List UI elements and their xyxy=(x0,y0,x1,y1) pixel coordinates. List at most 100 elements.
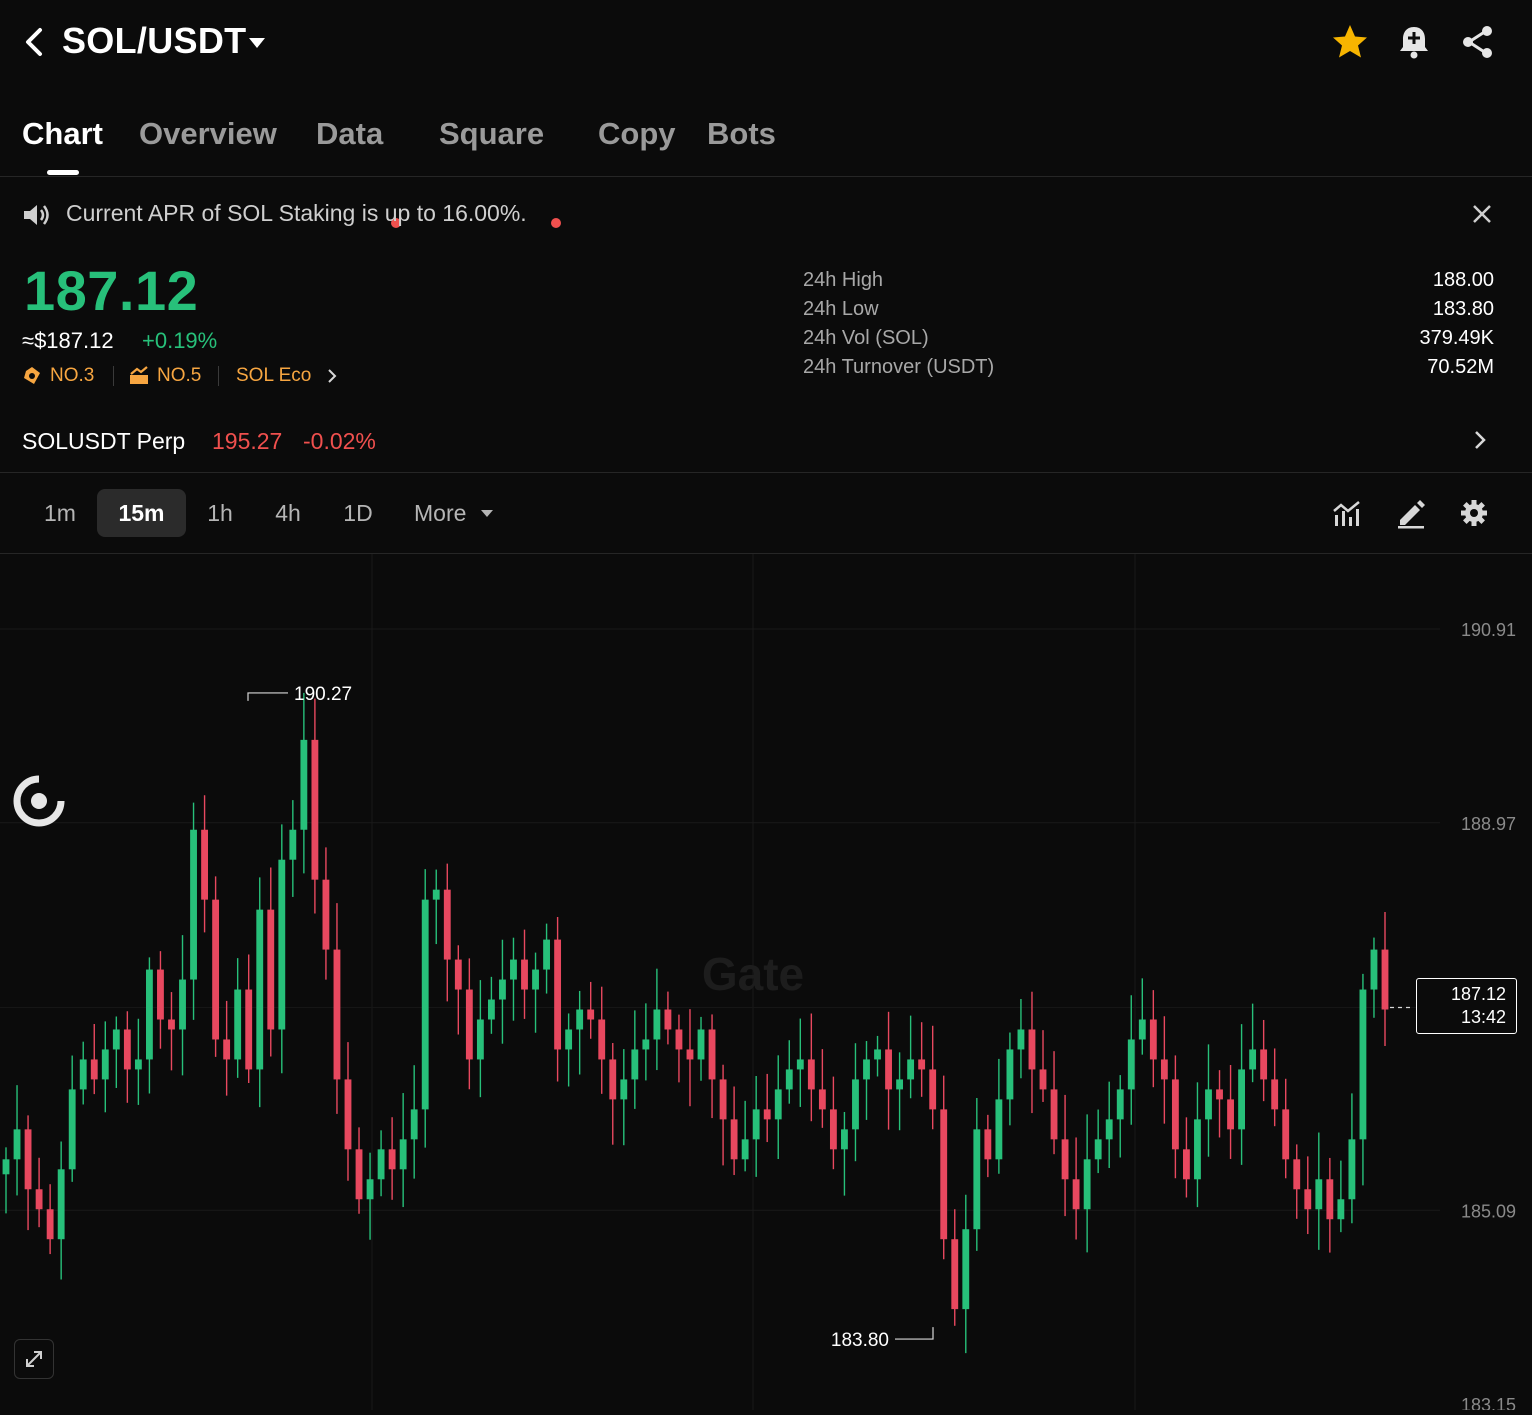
interval-toolbar: 1m 15m 1h 4h 1D More xyxy=(0,473,1532,554)
candle-body xyxy=(598,1019,606,1060)
candle-body xyxy=(465,989,473,1060)
candle-body xyxy=(576,1009,584,1030)
candle-body xyxy=(1348,1139,1356,1200)
rank-badge-rise[interactable]: NO.5 xyxy=(157,365,201,387)
candle-body xyxy=(499,979,506,1000)
star-icon[interactable] xyxy=(1330,22,1370,62)
last-price-label: 187.12 13:42 xyxy=(1416,978,1517,1034)
candle-body xyxy=(741,1139,749,1160)
candle-body xyxy=(1205,1089,1212,1120)
candle-body xyxy=(807,1059,815,1090)
perp-link-row[interactable]: SOLUSDT Perp 195.27 -0.02% xyxy=(0,410,1532,473)
eco-tag[interactable]: SOL Eco xyxy=(236,365,311,387)
announcement-bar[interactable]: Current APR of SOL Staking is up to 16.0… xyxy=(0,190,1532,240)
candle-body xyxy=(1370,949,1378,990)
tab-overview[interactable]: Overview xyxy=(139,116,277,152)
candle-body xyxy=(1282,1109,1290,1160)
candle-body xyxy=(190,829,197,980)
tab-copy[interactable]: Copy xyxy=(598,116,676,152)
candle-body xyxy=(675,1029,683,1050)
interval-more[interactable]: More xyxy=(406,489,482,537)
candle-body xyxy=(1249,1049,1257,1070)
interval-1d[interactable]: 1D xyxy=(328,489,388,537)
candle-body xyxy=(609,1059,617,1100)
back-icon[interactable] xyxy=(18,22,52,62)
speaker-icon xyxy=(24,205,49,225)
tab-chart[interactable]: Chart xyxy=(22,116,103,152)
caret-down-icon[interactable] xyxy=(480,509,494,519)
fullscreen-button[interactable] xyxy=(14,1339,54,1379)
interval-15m[interactable]: 15m xyxy=(97,489,186,537)
candle-body xyxy=(454,959,462,990)
candle-body xyxy=(863,1059,870,1080)
candle-body xyxy=(929,1069,937,1110)
candle-body xyxy=(521,959,528,990)
caret-down-icon[interactable] xyxy=(248,36,266,50)
tab-square[interactable]: Square xyxy=(439,116,544,152)
candle-body xyxy=(1359,989,1367,1140)
draw-pencil-icon[interactable] xyxy=(1396,499,1426,529)
candle-body xyxy=(896,1079,904,1090)
candle-body xyxy=(168,1019,175,1030)
candle-body xyxy=(642,1039,650,1050)
rank-badge-hot[interactable]: NO.3 xyxy=(50,365,94,387)
candle-body xyxy=(212,899,220,1040)
candle-body xyxy=(476,1019,484,1060)
low-marker-label: 183.80 xyxy=(831,1330,889,1351)
candle-body xyxy=(278,859,286,1030)
candle-body xyxy=(841,1129,848,1150)
candle-body xyxy=(587,1009,595,1020)
divider xyxy=(113,366,114,386)
candle-body xyxy=(1017,1029,1025,1050)
settings-gear-icon[interactable] xyxy=(1459,498,1489,528)
candle-body xyxy=(24,1129,32,1190)
candle-body xyxy=(752,1109,760,1140)
candlestick-chart-svg[interactable]: Gate 190.91 188.97 185.09 183.15 190.27 183.… xyxy=(0,554,1532,1415)
candle-body xyxy=(234,989,242,1060)
candle-body xyxy=(1006,1049,1014,1100)
candle-body xyxy=(1304,1189,1312,1210)
share-icon[interactable] xyxy=(1458,22,1498,62)
refresh-icon[interactable] xyxy=(12,774,66,828)
candle-body xyxy=(1127,1039,1135,1090)
y-axis-tick-label: 188.97 xyxy=(1461,814,1516,834)
tab-bots[interactable]: Bots xyxy=(707,116,776,152)
candle-body xyxy=(708,1029,716,1080)
hot-tag-icon xyxy=(24,367,40,384)
candle-body xyxy=(818,1089,826,1110)
close-icon[interactable] xyxy=(1472,204,1492,224)
interval-1h[interactable]: 1h xyxy=(192,489,248,537)
stat-label-volume: 24h Vol (SOL) xyxy=(803,327,929,349)
bell-plus-icon[interactable] xyxy=(1394,22,1434,62)
candle-body xyxy=(554,939,562,1050)
candle-body xyxy=(57,1169,65,1240)
candle-body xyxy=(1116,1089,1124,1120)
last-price: 187.12 xyxy=(24,259,199,322)
candlestick-chart[interactable]: Gate 190.91 188.97 185.09 183.15 190.27 183.… xyxy=(0,554,1532,1415)
pair-title[interactable]: SOL/USDT xyxy=(62,20,246,62)
tab-data[interactable]: Data xyxy=(316,116,383,152)
y-axis-tick-label: 185.09 xyxy=(1461,1201,1516,1221)
candle-countdown: 13:42 xyxy=(1460,1007,1506,1027)
candle-body xyxy=(1149,1019,1157,1060)
candle-body xyxy=(984,1129,992,1160)
y-axis-tick-label: 190.91 xyxy=(1461,620,1516,640)
interval-4h[interactable]: 4h xyxy=(260,489,316,537)
interval-1m[interactable]: 1m xyxy=(28,489,92,537)
candle-body xyxy=(973,1129,981,1230)
candle-body xyxy=(267,909,275,1030)
candle-body xyxy=(852,1079,859,1130)
candle-body xyxy=(1337,1199,1345,1220)
high-marker-label: 190.27 xyxy=(294,684,352,705)
indicators-icon[interactable] xyxy=(1332,499,1362,529)
candle-body xyxy=(1238,1069,1246,1130)
candle-body xyxy=(1061,1139,1069,1180)
candle-body xyxy=(179,979,186,1030)
candle-body xyxy=(829,1109,837,1150)
chevron-right-icon[interactable] xyxy=(1472,429,1488,451)
candle-body xyxy=(1260,1049,1268,1080)
candle-body xyxy=(388,1149,396,1170)
chevron-right-icon[interactable] xyxy=(326,368,338,384)
candle-body xyxy=(322,879,330,950)
stat-label-low: 24h Low xyxy=(803,298,879,320)
